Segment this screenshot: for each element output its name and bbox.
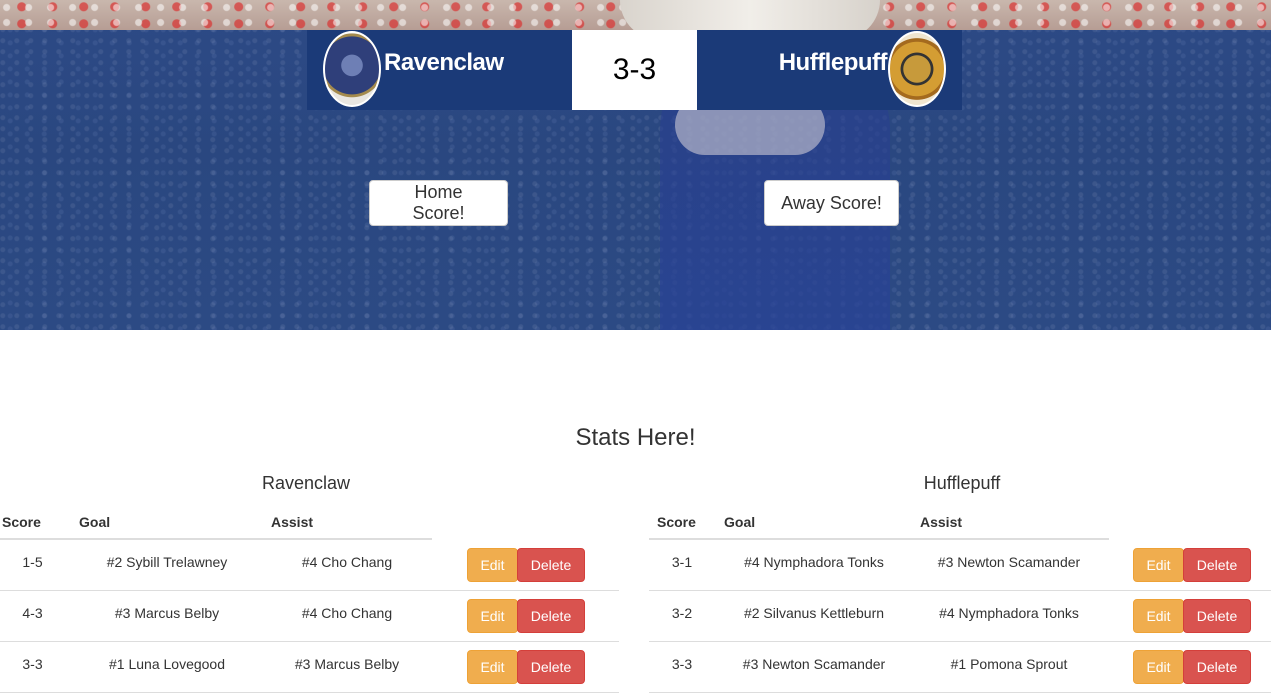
delete-button[interactable]: Delete bbox=[517, 650, 585, 684]
edit-button[interactable]: Edit bbox=[467, 650, 518, 684]
assist-cell: #4 Cho Chang bbox=[301, 605, 393, 621]
hero-banner: Ravenclaw 3-3 Hufflepuff Home Score! Awa… bbox=[0, 0, 1271, 330]
edit-button[interactable]: Edit bbox=[1133, 599, 1184, 633]
column-assist: Assist bbox=[271, 514, 314, 530]
column-assist: Assist bbox=[920, 514, 963, 530]
table-header: Score Goal Assist bbox=[649, 496, 1271, 540]
goal-cell: #1 Luna Lovegood bbox=[109, 656, 225, 672]
edit-button[interactable]: Edit bbox=[1133, 650, 1184, 684]
delete-button[interactable]: Delete bbox=[517, 548, 585, 582]
away-stats-panel: Hufflepuff Score Goal Assist 3-1 #4 Nymp… bbox=[649, 470, 1271, 693]
table-header: Score Goal Assist bbox=[0, 496, 619, 540]
edit-button[interactable]: Edit bbox=[1133, 548, 1184, 582]
score-display: 3-3 bbox=[572, 30, 697, 110]
ravenclaw-crest-icon bbox=[323, 31, 381, 107]
home-team-name: Ravenclaw bbox=[384, 49, 504, 76]
column-score: Score bbox=[657, 514, 696, 530]
edit-button[interactable]: Edit bbox=[467, 599, 518, 633]
table-row: 3-3 #3 Newton Scamander #1 Pomona Sprout… bbox=[649, 642, 1271, 693]
score-cell: 4-3 bbox=[22, 605, 43, 621]
stats-title: Stats Here! bbox=[575, 424, 696, 451]
away-team: Hufflepuff bbox=[697, 30, 962, 110]
assist-cell: #1 Pomona Sprout bbox=[950, 656, 1068, 672]
goal-cell: #3 Marcus Belby bbox=[114, 605, 220, 621]
assist-cell: #4 Nymphadora Tonks bbox=[939, 605, 1079, 621]
goal-cell: #3 Newton Scamander bbox=[742, 656, 886, 672]
scoreboard: Ravenclaw 3-3 Hufflepuff bbox=[307, 30, 962, 110]
edit-button[interactable]: Edit bbox=[467, 548, 518, 582]
delete-button[interactable]: Delete bbox=[1183, 650, 1251, 684]
table-row: 3-3 #1 Luna Lovegood #3 Marcus Belby Edi… bbox=[0, 642, 619, 693]
column-goal: Goal bbox=[724, 514, 756, 530]
home-score-button[interactable]: Home Score! bbox=[369, 180, 508, 226]
table-row: 3-2 #2 Silvanus Kettleburn #4 Nymphadora… bbox=[649, 591, 1271, 642]
home-team: Ravenclaw bbox=[307, 30, 572, 110]
score-cell: 3-1 bbox=[671, 554, 693, 570]
hufflepuff-crest-icon bbox=[888, 31, 946, 107]
column-score: Score bbox=[2, 514, 41, 530]
delete-button[interactable]: Delete bbox=[517, 599, 585, 633]
assist-cell: #3 Marcus Belby bbox=[294, 656, 400, 672]
column-goal: Goal bbox=[79, 514, 111, 530]
table-row: 3-1 #4 Nymphadora Tonks #3 Newton Scaman… bbox=[649, 540, 1271, 591]
assist-cell: #4 Cho Chang bbox=[301, 554, 393, 570]
away-team-name: Hufflepuff bbox=[778, 49, 888, 76]
assist-cell: #3 Newton Scamander bbox=[937, 554, 1081, 570]
score-cell: 3-3 bbox=[22, 656, 43, 672]
away-score-button[interactable]: Away Score! bbox=[764, 180, 899, 226]
score-cell: 1-5 bbox=[22, 554, 43, 570]
score-cell: 3-3 bbox=[671, 656, 693, 672]
away-stats-team: Hufflepuff bbox=[923, 473, 1001, 493]
goal-cell: #2 Silvanus Kettleburn bbox=[743, 605, 885, 621]
table-row: 4-3 #3 Marcus Belby #4 Cho Chang Edit De… bbox=[0, 591, 619, 642]
goal-cell: #2 Sybill Trelawney bbox=[106, 554, 228, 570]
goal-cell: #4 Nymphadora Tonks bbox=[744, 554, 884, 570]
home-stats-team: Ravenclaw bbox=[261, 473, 351, 493]
delete-button[interactable]: Delete bbox=[1183, 599, 1251, 633]
delete-button[interactable]: Delete bbox=[1183, 548, 1251, 582]
score-cell: 3-2 bbox=[671, 605, 693, 621]
table-row: 1-5 #2 Sybill Trelawney #4 Cho Chang Edi… bbox=[0, 540, 619, 591]
home-stats-panel: Ravenclaw Score Goal Assist 1-5 #2 Sybil… bbox=[0, 470, 619, 693]
